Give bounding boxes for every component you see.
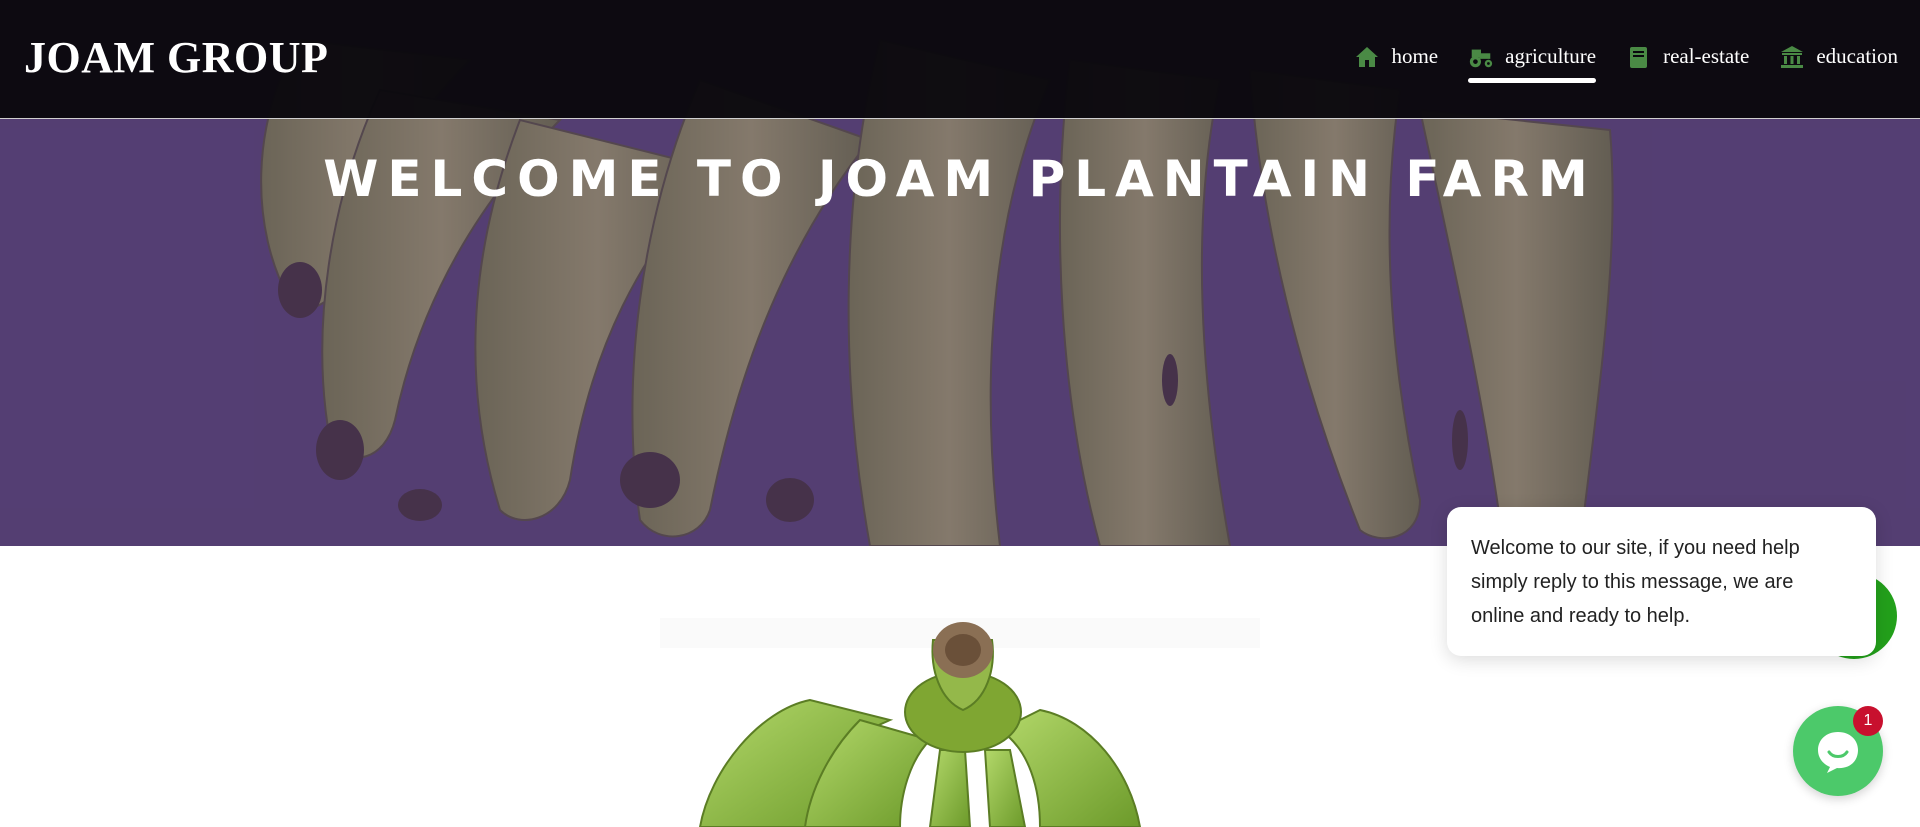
tractor-icon	[1468, 45, 1494, 69]
nav-label-home: home	[1391, 44, 1439, 68]
site-header: JOAM GROUP home agriculture real-estate	[0, 0, 1920, 119]
page: WELCOME TO JOAM PLANTAIN FARM JOAM GROUP…	[0, 0, 1920, 827]
book-icon	[1626, 45, 1652, 69]
chat-bubble-icon	[1818, 732, 1858, 773]
nav-item-agriculture[interactable]: agriculture	[1468, 44, 1597, 83]
nav-label-agriculture: agriculture	[1505, 44, 1597, 68]
nav-item-education[interactable]: education	[1779, 44, 1898, 69]
plantain-product-image	[640, 600, 1280, 827]
nav-label-education: education	[1816, 44, 1898, 68]
unread-badge: 1	[1853, 706, 1883, 736]
chat-message-text: Welcome to our site, if you need help si…	[1471, 537, 1800, 627]
home-icon	[1354, 45, 1380, 69]
chat-welcome-message[interactable]: Welcome to our site, if you need help si…	[1447, 507, 1876, 656]
main-nav: home agriculture real-estate education	[1324, 44, 1898, 83]
hero-title: WELCOME TO JOAM PLANTAIN FARM	[323, 150, 1597, 208]
nav-item-real-estate[interactable]: real-estate	[1626, 44, 1749, 69]
brand-logo[interactable]: JOAM GROUP	[24, 32, 328, 83]
nav-label-real-estate: real-estate	[1663, 44, 1750, 68]
nav-item-home[interactable]: home	[1354, 44, 1438, 69]
bank-icon	[1779, 45, 1805, 69]
